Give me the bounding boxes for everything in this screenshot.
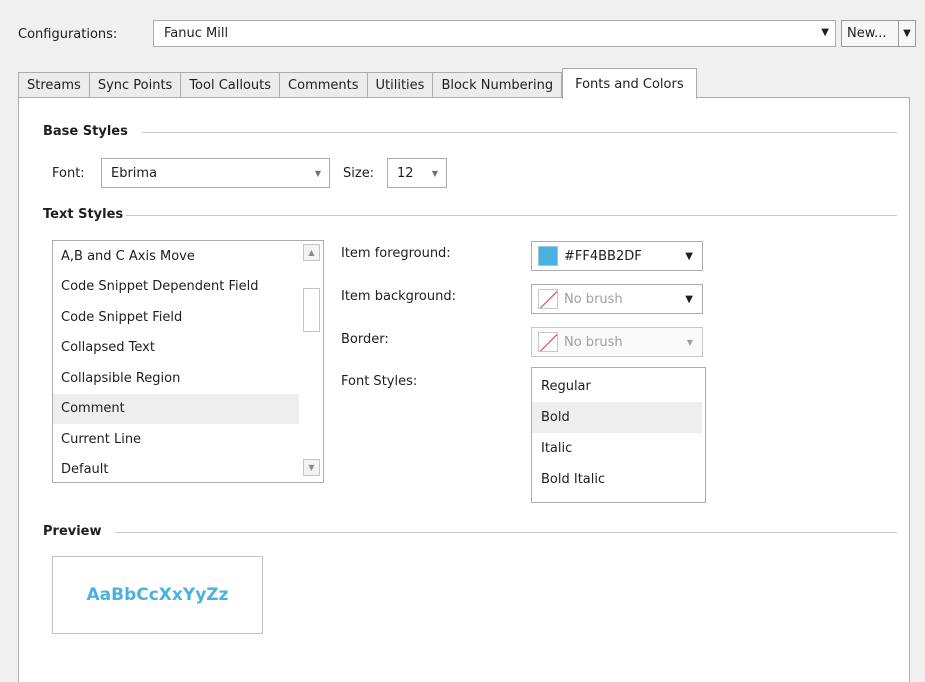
font-styles-label: Font Styles: <box>341 374 418 389</box>
base-styles-divider <box>142 132 897 133</box>
font-value: Ebrima <box>111 165 158 181</box>
configurations-dropdown[interactable]: Fanuc Mill ▼ <box>153 20 836 47</box>
list-item[interactable]: Collapsed Text <box>53 333 299 364</box>
item-foreground-picker[interactable]: #FF4BB2DF ▼ <box>531 241 703 271</box>
tab-block-numbering[interactable]: Block Numbering <box>432 72 563 98</box>
preview-heading: Preview <box>43 524 102 539</box>
tab-strip: Streams Sync Points Tool Callouts Commen… <box>18 68 697 99</box>
new-button[interactable]: New... <box>842 26 898 41</box>
scroll-thumb[interactable] <box>303 288 320 332</box>
scroll-up-icon[interactable]: ▲ <box>303 244 320 261</box>
text-styles-divider <box>126 215 897 216</box>
list-item[interactable]: Default <box>53 455 299 483</box>
new-dropdown-arrow-icon[interactable]: ▼ <box>899 28 915 39</box>
list-item[interactable]: A,B and C Axis Move <box>53 241 299 272</box>
item-foreground-label: Item foreground: <box>341 246 451 261</box>
font-label: Font: <box>52 166 85 181</box>
chevron-down-icon: ▼ <box>314 168 321 178</box>
scroll-down-icon[interactable]: ▼ <box>303 459 320 476</box>
preview-divider <box>115 532 897 533</box>
chevron-down-icon: ▼ <box>686 337 693 347</box>
color-swatch <box>538 246 558 266</box>
configurations-value: Fanuc Mill <box>164 26 229 41</box>
new-split-button[interactable]: New... ▼ <box>841 20 916 47</box>
chevron-down-icon: ▼ <box>821 27 829 38</box>
item-background-value: No brush <box>564 291 623 307</box>
list-item[interactable]: Code Snippet Dependent Field <box>53 272 299 303</box>
base-styles-heading: Base Styles <box>43 124 128 139</box>
list-item-selected[interactable]: Comment <box>53 393 299 424</box>
font-style-italic[interactable]: Italic <box>532 433 702 464</box>
size-combobox[interactable]: 12 ▼ <box>387 158 447 188</box>
no-brush-icon <box>538 332 558 352</box>
border-value: No brush <box>564 334 623 350</box>
item-foreground-value: #FF4BB2DF <box>564 248 642 264</box>
font-style-regular[interactable]: Regular <box>532 371 702 402</box>
no-brush-icon <box>538 289 558 309</box>
list-item[interactable]: Current Line <box>53 424 299 455</box>
tab-comments[interactable]: Comments <box>279 72 367 98</box>
preview-sample-text: AaBbCcXxYyZz <box>86 585 229 605</box>
chevron-down-icon: ▼ <box>685 293 693 305</box>
font-style-bold-italic[interactable]: Bold Italic <box>532 464 702 495</box>
text-styles-list[interactable]: A,B and C Axis Move Code Snippet Depende… <box>52 240 324 483</box>
font-styles-list[interactable]: Regular Bold Italic Bold Italic <box>531 367 706 503</box>
font-style-bold[interactable]: Bold <box>532 402 702 433</box>
preview-box: AaBbCcXxYyZz <box>52 556 263 634</box>
tab-tool-callouts[interactable]: Tool Callouts <box>180 72 280 98</box>
list-item[interactable]: Collapsible Region <box>53 363 299 394</box>
tab-streams[interactable]: Streams <box>18 72 89 98</box>
item-background-picker[interactable]: No brush ▼ <box>531 284 703 314</box>
tab-sync-points[interactable]: Sync Points <box>88 72 181 98</box>
border-label: Border: <box>341 332 389 347</box>
item-background-label: Item background: <box>341 289 456 304</box>
size-label: Size: <box>343 166 375 181</box>
chevron-down-icon: ▼ <box>685 250 693 262</box>
chevron-down-icon: ▼ <box>431 168 438 178</box>
tab-utilities[interactable]: Utilities <box>366 72 433 98</box>
border-picker: No brush ▼ <box>531 327 703 357</box>
size-value: 12 <box>397 165 414 181</box>
list-scrollbar[interactable]: ▲ ▼ <box>303 244 321 480</box>
list-item[interactable]: Code Snippet Field <box>53 302 299 333</box>
text-styles-heading: Text Styles <box>43 207 124 222</box>
tab-fonts-and-colors[interactable]: Fonts and Colors <box>562 68 697 99</box>
font-combobox[interactable]: Ebrima ▼ <box>101 158 330 188</box>
configurations-label: Configurations: <box>18 27 118 42</box>
